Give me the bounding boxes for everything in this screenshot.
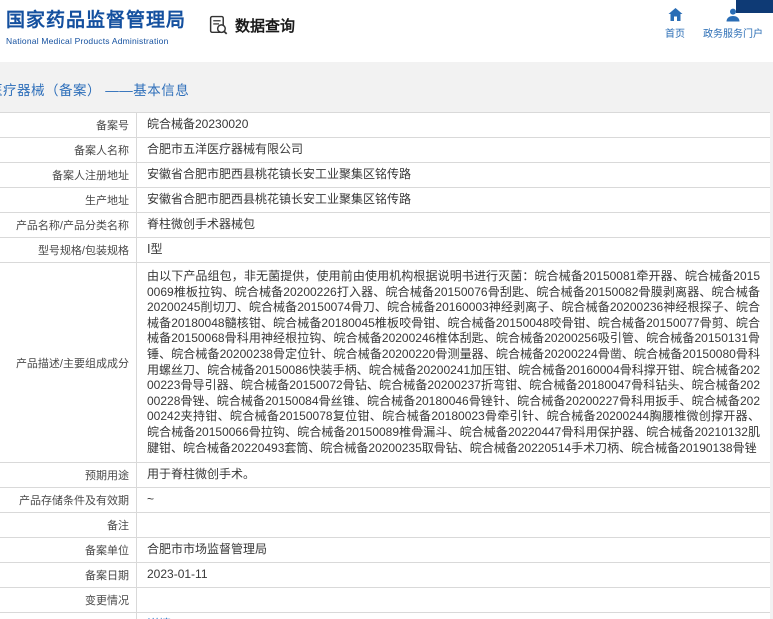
detail-link[interactable]: 详情 bbox=[137, 613, 770, 619]
section-title: 数据查询 bbox=[235, 18, 296, 35]
registration-info-table: 备案号 皖合械备20230020 备案人名称 合肥市五洋医疗器械有限公司 备案人… bbox=[0, 112, 770, 619]
row-value: 皖合械备20230020 bbox=[147, 117, 249, 132]
nav-portal-label: 政务服务门户 bbox=[703, 29, 763, 40]
row-label: 产品存储条件及有效期 bbox=[0, 488, 137, 513]
data-query-icon bbox=[208, 15, 229, 36]
table-row-intended-use: 预期用途 用于脊柱微创手术。 bbox=[0, 463, 770, 489]
row-value: 由以下产品组包，非无菌提供，使用前由使用机构根据说明书进行灭菌：皖合械备2015… bbox=[147, 269, 760, 455]
nav-home[interactable]: 首页 bbox=[665, 7, 685, 40]
table-row-storage-validity: 产品存储条件及有效期 ~ bbox=[0, 488, 770, 514]
table-row-filing-authority: 备案单位 合肥市市场监督管理局 bbox=[0, 538, 770, 564]
row-value: 用于脊柱微创手术。 bbox=[147, 467, 256, 482]
table-row-product-description: 产品描述/主要组成成分 由以下产品组包，非无菌提供，使用前由使用机构根据说明书进… bbox=[0, 263, 770, 464]
row-label: 备注 bbox=[0, 513, 137, 538]
nav-home-label: 首页 bbox=[665, 29, 685, 40]
home-icon bbox=[667, 7, 684, 23]
table-row-registrant-name: 备案人名称 合肥市五洋医疗器械有限公司 bbox=[0, 138, 770, 163]
row-label: 产品名称/产品分类名称 bbox=[0, 213, 137, 237]
row-label: 生产地址 bbox=[0, 188, 137, 212]
row-value bbox=[137, 513, 770, 537]
table-row-change-history: 变更情况 bbox=[0, 588, 770, 614]
logo-subtitle: National Medical Products Administration bbox=[6, 36, 169, 46]
row-value bbox=[137, 588, 770, 612]
site-header: 国家药品监督管理局 National Medical Products Admi… bbox=[0, 0, 773, 62]
table-row-filing-date: 备案日期 2023-01-11 bbox=[0, 563, 770, 589]
row-label: 备案人注册地址 bbox=[0, 163, 137, 187]
main-content: 医疗器械（备案） ——基本信息 备案号 皖合械备20230020 备案人名称 合… bbox=[0, 62, 773, 619]
table-row-product-name: 产品名称/产品分类名称 脊柱微创手术器械包 bbox=[0, 213, 770, 238]
table-row-remarks: 备注 bbox=[0, 513, 770, 539]
page-title: 医疗器械（备案） ——基本信息 bbox=[0, 83, 190, 98]
table-row-production-address: 生产地址 安徽省合肥市肥西县桃花镇长安工业聚集区铭传路 bbox=[0, 188, 770, 213]
row-label: 型号规格/包装规格 bbox=[0, 238, 137, 262]
row-value: 安徽省合肥市肥西县桃花镇长安工业聚集区铭传路 bbox=[147, 167, 412, 182]
row-value: 安徽省合肥市肥西县桃花镇长安工业聚集区铭传路 bbox=[147, 192, 412, 207]
row-value: 2023-01-11 bbox=[147, 567, 208, 582]
row-label: 变更情况 bbox=[0, 588, 137, 613]
row-value: ~ bbox=[147, 492, 155, 507]
corner-banner bbox=[736, 0, 773, 13]
row-label: 预期用途 bbox=[0, 463, 137, 488]
table-row-note: 注 详情 bbox=[0, 613, 770, 619]
table-row-registrant-address: 备案人注册地址 安徽省合肥市肥西县桃花镇长安工业聚集区铭传路 bbox=[0, 163, 770, 188]
row-label: 备案日期 bbox=[0, 563, 137, 588]
row-label: 备案号 bbox=[0, 113, 137, 137]
row-value: Ⅰ型 bbox=[147, 242, 163, 257]
logo-title: 国家药品监督管理局 bbox=[6, 10, 187, 31]
row-label: 备案人名称 bbox=[0, 138, 137, 162]
table-row-record-number: 备案号 皖合械备20230020 bbox=[0, 113, 770, 138]
row-label: 产品描述/主要组成成分 bbox=[0, 263, 137, 463]
data-query-section: 数据查询 bbox=[208, 15, 295, 36]
row-value: 合肥市五洋医疗器械有限公司 bbox=[147, 142, 304, 157]
row-label: 注 bbox=[0, 613, 137, 619]
row-label: 备案单位 bbox=[0, 538, 137, 563]
table-row-model-spec: 型号规格/包装规格 Ⅰ型 bbox=[0, 238, 770, 263]
row-value: 脊柱微创手术器械包 bbox=[147, 217, 256, 232]
nmpa-logo[interactable]: 国家药品监督管理局 National Medical Products Admi… bbox=[6, 9, 186, 46]
row-value: 合肥市市场监督管理局 bbox=[147, 542, 268, 557]
